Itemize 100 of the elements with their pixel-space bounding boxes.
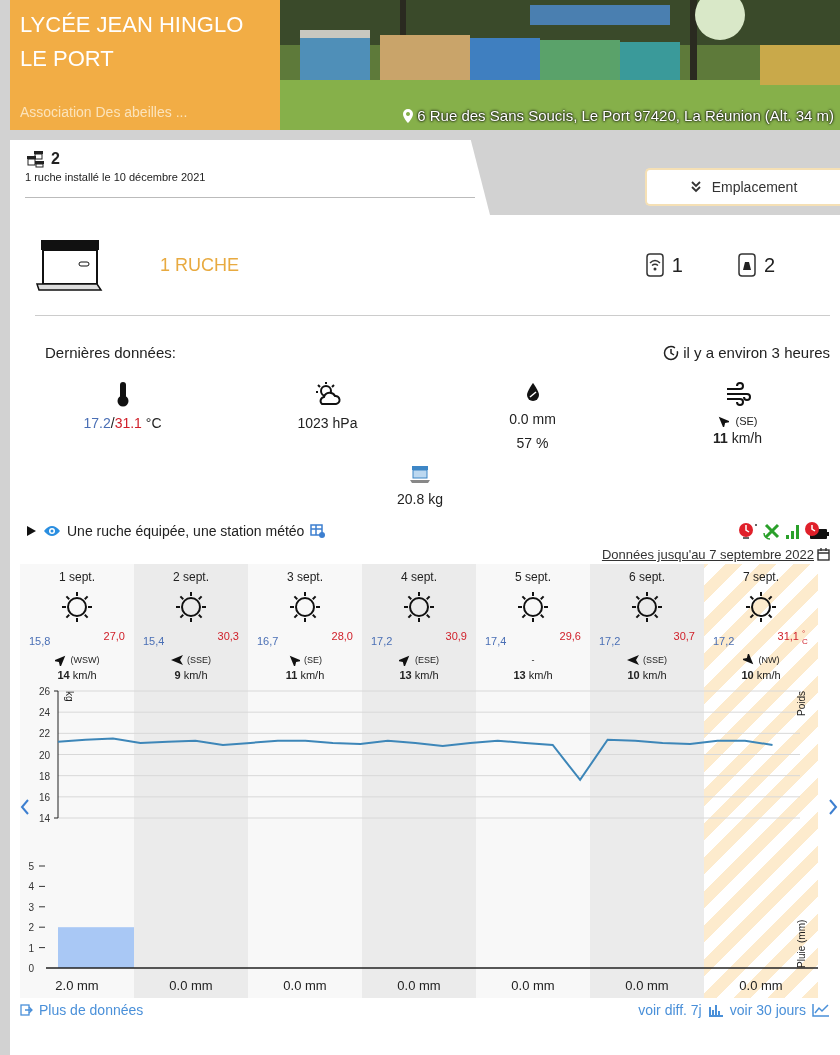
alarm-clock-icon [737, 521, 759, 541]
wind-speed: 9 km/h [174, 669, 208, 681]
wind-speed: 13 km/h [399, 669, 439, 681]
hives-icon [25, 150, 47, 168]
wind-direction: (SSE) [643, 655, 667, 665]
wind-direction: (SSE) [187, 655, 211, 665]
wind-direction: (WSW) [70, 655, 100, 665]
latest-data-title: Dernières données: [45, 344, 176, 361]
satellite-cross-icon [762, 521, 782, 541]
rain-total: 0.0 mm [625, 978, 669, 993]
wind-speed: 13 km/h [513, 669, 553, 681]
wifi-sensor-icon [645, 253, 664, 277]
school-name: LYCÉE JEAN HINGLO [20, 11, 245, 39]
temperature-unit: °C [802, 630, 809, 646]
sun-icon [60, 590, 94, 624]
association-name: Association Des abeilles ... [20, 104, 189, 122]
double-chevron-icon [689, 181, 702, 193]
location-button[interactable]: Emplacement [645, 168, 840, 206]
day-date: 2 sept. [173, 570, 209, 584]
sun-icon [744, 590, 778, 624]
tick-label: 16 [38, 791, 50, 803]
tick-label: 20 [38, 749, 50, 761]
temperature-reading: 17.2/31.1 °C [83, 415, 162, 431]
max-temperature: 28,0 [331, 630, 353, 642]
wind-direction: (SE) [735, 415, 758, 427]
hives-tab[interactable]: 2 1 ruche installé le 10 décembre 2021 [10, 140, 490, 215]
min-temperature: 16,7 [257, 635, 279, 647]
min-temperature: 17,4 [485, 635, 507, 647]
address: 6 Rue des Sans Soucis, Le Port 97420, La Réunion [417, 107, 761, 124]
tick-label: 18 [38, 770, 50, 782]
day-date: 1 sept. [59, 570, 95, 584]
rain-total: 0.0 mm [511, 978, 555, 993]
humidity-reading: 57 % [516, 435, 549, 451]
install-date: 1 ruche installé le 10 décembre 2021 [25, 171, 475, 198]
tick-label: 5 [28, 861, 34, 872]
city-name: LE PORT [20, 45, 115, 73]
sensor-count: 1 [671, 253, 683, 277]
clock-icon [663, 344, 680, 361]
axis-title: Pluie (mm) [796, 919, 807, 968]
exit-icon[interactable] [20, 1004, 33, 1016]
water-drop-icon [524, 381, 541, 403]
rain-reading: 0.0 mm [509, 411, 556, 427]
weight-sensor-icon [737, 253, 756, 277]
wind-speed: 11 km/h [285, 669, 325, 681]
min-temperature: 15,8 [29, 635, 51, 647]
rain-total: 0.0 mm [739, 978, 783, 993]
next-chevron-icon[interactable] [828, 799, 838, 815]
tick-label: 3 [28, 901, 34, 913]
min-temperature: 17,2 [599, 635, 621, 647]
line-chart-icon[interactable] [812, 1003, 830, 1017]
altitude: (Alt. 34 m) [764, 107, 834, 124]
pressure-reading: 1023 hPa [297, 415, 358, 431]
rain-total: 0.0 mm [283, 978, 327, 993]
max-temperature: 27,0 [103, 630, 125, 642]
wind-direction: (SE) [304, 655, 322, 665]
tick-label: 0 [28, 963, 34, 974]
tick-label: 2 [28, 922, 34, 934]
hive-count: 2 [51, 150, 60, 168]
day-date: 5 sept. [515, 570, 551, 584]
wind-speed: 11 km/h [712, 430, 762, 446]
axis-title: kg [64, 691, 75, 702]
hive-label: 1 RUCHE [160, 254, 239, 276]
thermometer-icon [115, 381, 130, 407]
tick-label: 22 [38, 728, 50, 740]
day-date: 6 sept. [629, 570, 665, 584]
max-temperature: 30,7 [673, 630, 695, 642]
tick-label: 14 [38, 813, 50, 824]
wind-direction: - [531, 655, 535, 665]
max-temperature: 31,1 [777, 630, 799, 642]
max-temperature: 29,6 [559, 630, 581, 642]
previous-chevron-icon[interactable] [20, 799, 30, 815]
sun-icon [630, 590, 664, 624]
hive-scale-icon [408, 465, 432, 485]
tick-label: 4 [28, 881, 34, 893]
wind-speed: 10 km/h [741, 669, 781, 681]
eye-icon [43, 524, 61, 538]
table-gear-icon [310, 523, 327, 539]
series-label: Poids [796, 691, 807, 716]
day-date: 3 sept. [287, 570, 323, 584]
sun-cloud-icon [313, 381, 342, 407]
data-until-link[interactable]: Données jusqu'au 7 septembre 2022 [601, 547, 814, 562]
sun-icon [402, 590, 436, 624]
sun-icon [516, 590, 550, 624]
min-temperature: 17,2 [371, 635, 393, 647]
sensor-count: 2 [763, 253, 775, 277]
calendar-icon[interactable] [817, 548, 830, 561]
rain-total: 0.0 mm [169, 978, 213, 993]
wind-direction: (ESE) [415, 655, 439, 665]
thirty-days-link[interactable]: voir 30 jours [729, 1002, 806, 1018]
last-update: il y a environ 3 heures [683, 344, 830, 361]
min-temperature: 17,2 [713, 635, 735, 647]
pin-icon [403, 108, 414, 123]
bar-chart-icon[interactable] [707, 1003, 724, 1017]
rain-total: 2.0 mm [55, 978, 99, 993]
expand-triangle-icon[interactable] [25, 525, 37, 537]
day-date: 4 sept. [401, 570, 437, 584]
tick-label: 24 [38, 707, 50, 719]
equipment-summary: Une ruche équipée, une station météo [67, 523, 305, 539]
sun-icon [174, 590, 208, 624]
day-date: 7 sept. [743, 570, 779, 584]
